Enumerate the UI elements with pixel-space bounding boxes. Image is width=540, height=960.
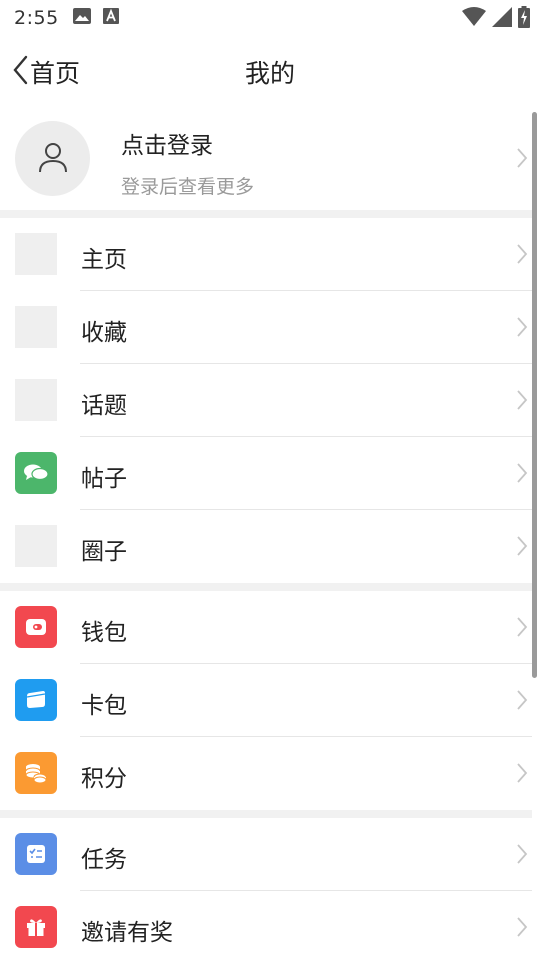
menu-item-label: 圈子	[81, 539, 127, 565]
chevron-right-icon	[516, 243, 528, 269]
chevron-right-icon	[516, 316, 528, 342]
menu-item-tasks[interactable]: 任务	[0, 818, 532, 891]
section-separator	[0, 583, 532, 591]
menu-item-invite[interactable]: 邀请有奖	[0, 891, 532, 960]
task-list-icon	[15, 833, 57, 875]
login-card[interactable]: 点击登录 登录后查看更多	[0, 108, 532, 210]
menu-item-label: 卡包	[81, 693, 127, 719]
a-notification-icon	[102, 8, 119, 28]
wifi-icon	[462, 7, 486, 31]
section-separator	[0, 810, 532, 818]
cell-signal-icon	[492, 7, 512, 31]
status-notification-icons	[72, 8, 119, 28]
scrollbar[interactable]	[532, 112, 537, 678]
gift-icon	[15, 906, 57, 948]
image-icon	[72, 8, 91, 28]
status-bar: 2:55	[0, 0, 540, 36]
chevron-right-icon	[516, 147, 528, 173]
chevron-right-icon	[516, 689, 528, 715]
battery-charging-icon	[518, 6, 530, 32]
chevron-right-icon	[516, 462, 528, 488]
placeholder-icon	[15, 233, 57, 275]
menu-item-wallet[interactable]: 钱包	[0, 591, 532, 664]
menu-item-label: 话题	[81, 393, 127, 419]
menu-item-label: 积分	[81, 766, 127, 792]
login-text: 点击登录 登录后查看更多	[121, 126, 254, 199]
placeholder-icon	[15, 379, 57, 421]
menu-item-posts[interactable]: 帖子	[0, 437, 532, 510]
menu-item-label: 邀请有奖	[81, 920, 173, 946]
menu-item-label: 钱包	[81, 620, 127, 646]
chat-bubbles-icon	[15, 452, 57, 494]
chevron-right-icon	[516, 843, 528, 869]
section-separator	[0, 210, 532, 218]
chevron-right-icon	[516, 616, 528, 642]
menu-item-label: 收藏	[81, 320, 127, 346]
menu-item-homepage[interactable]: 主页	[0, 218, 532, 291]
nav-bar: 首页 我的	[0, 36, 540, 108]
status-time: 2:55	[14, 7, 59, 29]
menu-item-circles[interactable]: 圈子	[0, 510, 532, 583]
status-system-icons	[462, 6, 530, 32]
coins-icon	[15, 752, 57, 794]
chevron-right-icon	[516, 389, 528, 415]
menu-item-card-wallet[interactable]: 卡包	[0, 664, 532, 737]
login-title: 点击登录	[121, 133, 213, 159]
wallet-icon	[15, 606, 57, 648]
avatar	[15, 121, 90, 196]
chevron-right-icon	[516, 535, 528, 561]
placeholder-icon	[15, 306, 57, 348]
menu-item-favorites[interactable]: 收藏	[0, 291, 532, 364]
placeholder-icon	[15, 525, 57, 567]
user-icon	[38, 141, 68, 177]
menu-item-label: 任务	[81, 847, 127, 873]
card-icon	[15, 679, 57, 721]
menu-item-points[interactable]: 积分	[0, 737, 532, 810]
main-content: 点击登录 登录后查看更多 主页 收藏 话题 帖子 圈子 钱包 卡包 积分 任务 …	[0, 108, 532, 960]
menu-item-topics[interactable]: 话题	[0, 364, 532, 437]
menu-item-label: 主页	[81, 247, 127, 273]
login-subtitle: 登录后查看更多	[121, 176, 255, 198]
chevron-right-icon	[516, 916, 528, 942]
chevron-right-icon	[516, 762, 528, 788]
page-title: 我的	[244, 59, 295, 88]
menu-item-label: 帖子	[81, 466, 127, 492]
